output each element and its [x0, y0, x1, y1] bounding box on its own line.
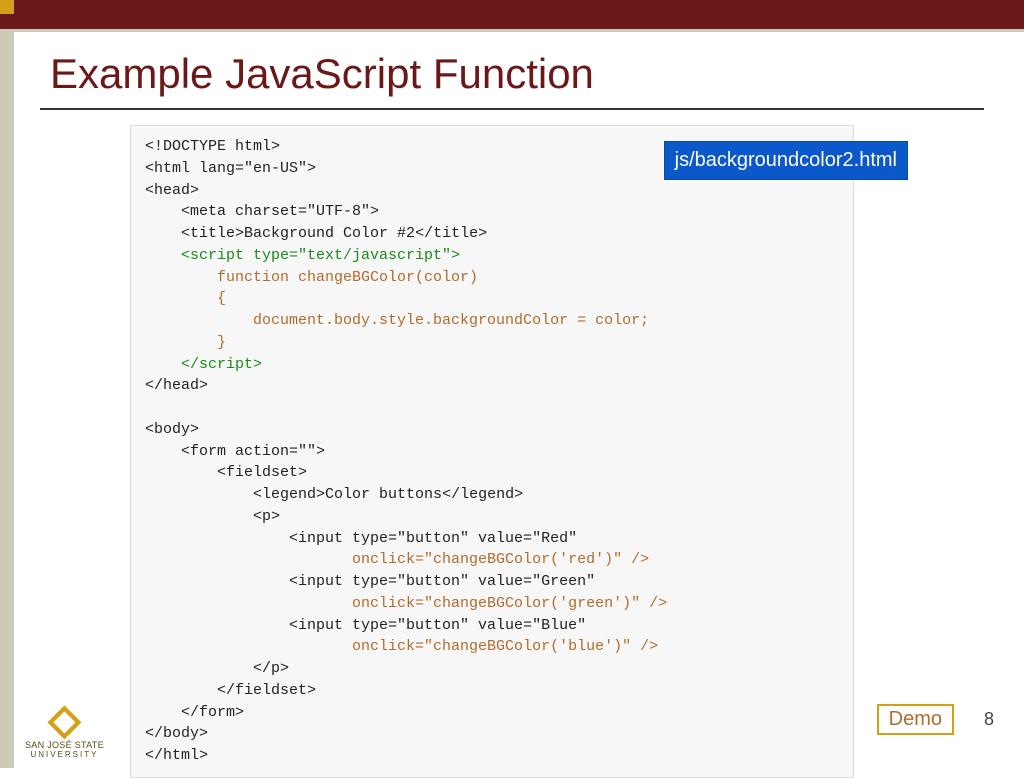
- code-line: </title>: [415, 225, 487, 242]
- code-listing: js/backgroundcolor2.html <!DOCTYPE html>…: [130, 125, 854, 778]
- logo-icon: [47, 705, 81, 739]
- code-line: <body>: [145, 421, 199, 438]
- code-line: <input type="button" value="Green": [145, 573, 595, 590]
- code-line: </script>: [145, 356, 262, 373]
- title-divider: [40, 108, 984, 110]
- code-line: <input type="button" value="Blue": [145, 617, 586, 634]
- code-line: <html lang="en-US">: [145, 160, 316, 177]
- slide-title: Example JavaScript Function: [40, 50, 984, 98]
- slide-content: Example JavaScript Function js/backgroun…: [40, 50, 984, 778]
- code-line: <p>: [145, 508, 280, 525]
- corner-accent: [0, 0, 14, 14]
- code-line: <legend>: [145, 486, 325, 503]
- demo-button[interactable]: Demo: [877, 704, 954, 735]
- code-line: document.body.style.backgroundColor = co…: [145, 312, 649, 329]
- code-line: onclick="changeBGColor('green')" />: [145, 595, 667, 612]
- top-accent-bar: [0, 0, 1024, 32]
- code-text: <!DOCTYPE html> <html lang="en-US"> <hea…: [145, 136, 839, 767]
- code-line: <meta charset="UTF-8">: [145, 203, 379, 220]
- code-line: <fieldset>: [145, 464, 307, 481]
- code-line: onclick="changeBGColor('blue')" />: [145, 638, 658, 655]
- code-line: {: [145, 290, 226, 307]
- code-line: <title>: [145, 225, 244, 242]
- slide-footer: SAN JOSÉ STATE UNIVERSITY Demo 8: [0, 690, 1024, 760]
- code-line: function changeBGColor(color): [145, 269, 478, 286]
- code-line: </head>: [145, 377, 208, 394]
- source-file-label: js/backgroundcolor2.html: [664, 141, 908, 180]
- code-line: </legend>: [442, 486, 523, 503]
- side-accent: [0, 0, 14, 768]
- page-number: 8: [984, 709, 994, 730]
- code-line: <form action="">: [145, 443, 325, 460]
- code-line: <head>: [145, 182, 199, 199]
- code-line: }: [145, 334, 226, 351]
- code-line: onclick="changeBGColor('red')" />: [145, 551, 649, 568]
- code-text-inline: Background Color #2: [244, 225, 415, 242]
- code-text-inline: Color buttons: [325, 486, 442, 503]
- code-line: </p>: [145, 660, 289, 677]
- logo-text-line2: UNIVERSITY: [25, 751, 104, 760]
- code-line: <input type="button" value="Red": [145, 530, 577, 547]
- code-line: <!DOCTYPE html>: [145, 138, 280, 155]
- code-line: <script type="text/javascript">: [145, 247, 460, 264]
- university-logo: SAN JOSÉ STATE UNIVERSITY: [25, 705, 104, 760]
